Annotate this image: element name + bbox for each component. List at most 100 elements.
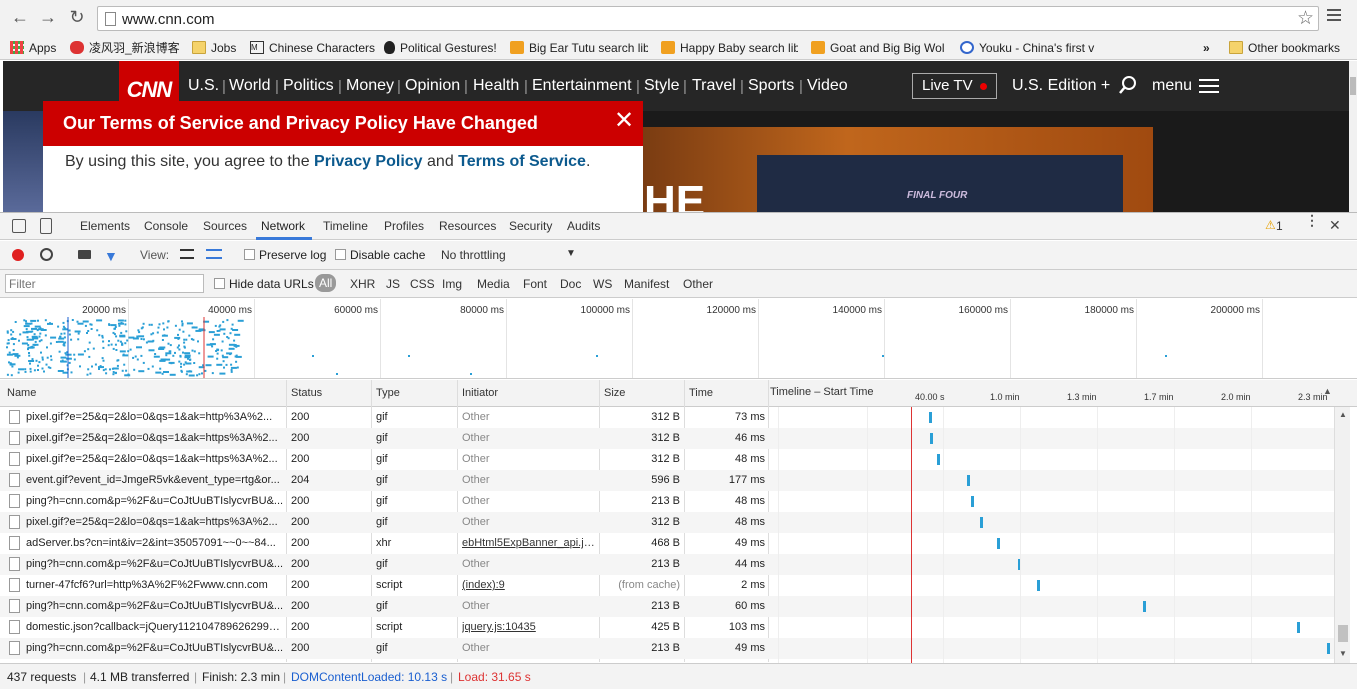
- bookmark-other[interactable]: Other bookmarks: [1229, 39, 1340, 56]
- tab-elements[interactable]: Elements: [80, 219, 130, 233]
- filter-media[interactable]: Media: [477, 277, 510, 291]
- table-row[interactable]: event.gif?event_id=JmgeR5vk&event_type=r…: [0, 470, 1334, 491]
- screenshot-camera-icon[interactable]: [78, 250, 91, 259]
- bookmark-political-gestures[interactable]: Political Gestures!: [384, 39, 497, 56]
- table-row[interactable]: ping?h=cnn.com&p=%2F&u=CoJtUuBTIslycvrBU…: [0, 491, 1334, 512]
- forward-arrow-icon[interactable]: →: [37, 6, 59, 28]
- bookmark-big-ear-tutu[interactable]: Big Ear Tutu search lib: [510, 39, 648, 56]
- filter-font[interactable]: Font: [523, 277, 547, 291]
- privacy-policy-link[interactable]: Privacy Policy: [314, 153, 423, 170]
- table-row[interactable]: turner-47fcf6?url=http%3A%2F%2Fwww.cnn.c…: [0, 575, 1334, 596]
- bookmark-sina[interactable]: 凌风羽_新浪博客: [70, 39, 182, 56]
- nav-sports[interactable]: Sports: [748, 77, 794, 95]
- column-time[interactable]: Time: [689, 387, 713, 399]
- filter-all[interactable]: All: [315, 274, 337, 292]
- more-options-icon[interactable]: ⋮: [1305, 213, 1319, 227]
- back-arrow-icon[interactable]: ←: [9, 6, 31, 28]
- table-row[interactable]: ping?h=cnn.com&p=%2F&u=CoJtUuBTIslycvrBU…: [0, 596, 1334, 617]
- tab-audits[interactable]: Audits: [567, 219, 600, 233]
- column-status[interactable]: Status: [291, 387, 322, 399]
- filter-funnel-icon[interactable]: ▼: [104, 248, 118, 264]
- network-overview[interactable]: 20000 ms 40000 ms 60000 ms 80000 ms 100000 m…: [0, 299, 1357, 379]
- scroll-thumb[interactable]: [1338, 625, 1348, 642]
- record-icon[interactable]: [12, 249, 24, 261]
- clear-icon[interactable]: [40, 248, 53, 261]
- device-mode-icon[interactable]: [40, 218, 52, 234]
- table-row[interactable]: pixel.gif?e=25&q=2&lo=0&qs=1&ak=https%3A…: [0, 449, 1334, 470]
- table-row[interactable]: adServer.bs?cn=int&iv=2&int=35057091~~0~…: [0, 533, 1334, 554]
- filter-other[interactable]: Other: [683, 277, 713, 291]
- list-view-icon[interactable]: [180, 249, 194, 259]
- warning-count[interactable]: 1: [1276, 219, 1283, 233]
- hamburger-icon[interactable]: [1199, 79, 1219, 93]
- bookmark-chinese-characters[interactable]: M Chinese Characters: [250, 39, 375, 56]
- sort-up-icon[interactable]: ▲: [1323, 386, 1332, 396]
- table-row[interactable]: pixel.gif?e=25&q=2&lo=0&qs=1&ak=http%3A%…: [0, 407, 1334, 428]
- disable-cache-checkbox[interactable]: Disable cache: [335, 248, 425, 262]
- nav-world[interactable]: World: [229, 77, 271, 95]
- bookmark-happy-baby[interactable]: Happy Baby search lib: [661, 39, 798, 56]
- scroll-up-icon[interactable]: ▲: [1339, 410, 1347, 419]
- column-size[interactable]: Size: [604, 387, 625, 399]
- menu-label[interactable]: menu: [1152, 77, 1192, 95]
- chevron-down-icon[interactable]: ▼: [566, 248, 576, 259]
- edition-selector[interactable]: U.S. Edition +: [1012, 77, 1110, 95]
- table-scrollbar[interactable]: ▲ ▼: [1334, 407, 1350, 663]
- filter-ws[interactable]: WS: [593, 277, 612, 291]
- throttling-select[interactable]: No throttling: [441, 248, 506, 262]
- column-initiator[interactable]: Initiator: [462, 387, 498, 399]
- tab-console[interactable]: Console: [144, 219, 188, 233]
- request-initiator[interactable]: (index):9: [462, 579, 596, 591]
- terms-of-service-link[interactable]: Terms of Service: [458, 153, 586, 170]
- table-row[interactable]: ping?h=cnn.com&p=%2F&u=CoJtUuBTIslycvrBU…: [0, 638, 1334, 659]
- bookmark-goat-wolf[interactable]: Goat and Big Big Wol: [811, 39, 947, 56]
- filter-manifest[interactable]: Manifest: [624, 277, 669, 291]
- nav-us[interactable]: U.S.: [188, 77, 219, 95]
- address-bar[interactable]: www.cnn.com ☆: [97, 6, 1319, 31]
- inspect-element-icon[interactable]: [12, 219, 26, 233]
- search-icon[interactable]: [1117, 74, 1139, 96]
- tab-timeline[interactable]: Timeline: [323, 219, 368, 233]
- nav-video[interactable]: Video: [807, 77, 848, 95]
- bookmark-star-icon[interactable]: ☆: [1297, 7, 1314, 30]
- table-row[interactable]: pixel.gif?e=25&q=2&lo=0&qs=1&ak=https%3A…: [0, 512, 1334, 533]
- table-row[interactable]: ping?h=cnn.com&p=%2F&u=CoJtUuBTIslycvrBU…: [0, 554, 1334, 575]
- nav-health[interactable]: Health: [473, 77, 519, 95]
- tab-sources[interactable]: Sources: [203, 219, 247, 233]
- tab-resources[interactable]: Resources: [439, 219, 496, 233]
- filter-img[interactable]: Img: [442, 277, 462, 291]
- close-icon[interactable]: ✕: [613, 109, 635, 133]
- filter-input[interactable]: [5, 274, 204, 293]
- close-devtools-icon[interactable]: ✕: [1329, 217, 1341, 234]
- nav-travel[interactable]: Travel: [692, 77, 736, 95]
- column-name[interactable]: Name: [7, 387, 36, 399]
- nav-entertainment[interactable]: Entertainment: [532, 77, 632, 95]
- tab-profiles[interactable]: Profiles: [384, 219, 424, 233]
- filter-css[interactable]: CSS: [410, 277, 435, 291]
- reload-icon[interactable]: ↻: [66, 6, 88, 28]
- scroll-down-icon[interactable]: ▼: [1339, 649, 1347, 658]
- filter-xhr[interactable]: XHR: [350, 277, 375, 291]
- table-row[interactable]: pixel.gif?e=25&q=2&lo=0&qs=1&ak=https%3A…: [0, 428, 1334, 449]
- bookmark-jobs[interactable]: Jobs: [192, 39, 236, 56]
- column-timeline[interactable]: Timeline – Start Time: [770, 386, 874, 398]
- nav-opinion[interactable]: Opinion: [405, 77, 460, 95]
- live-tv-button[interactable]: Live TV: [912, 73, 997, 99]
- page-scrollbar[interactable]: [1349, 61, 1357, 212]
- request-initiator[interactable]: jquery.js:10435: [462, 621, 596, 633]
- column-type[interactable]: Type: [376, 387, 400, 399]
- filter-doc[interactable]: Doc: [560, 277, 581, 291]
- preserve-log-checkbox[interactable]: Preserve log: [244, 248, 326, 262]
- nav-money[interactable]: Money: [346, 77, 394, 95]
- chrome-menu-icon[interactable]: [1327, 9, 1341, 24]
- filter-js[interactable]: JS: [386, 277, 400, 291]
- url-text[interactable]: www.cnn.com: [122, 11, 215, 28]
- bookmarks-overflow[interactable]: »: [1203, 39, 1210, 56]
- bookmark-youku[interactable]: Youku - China's first v: [960, 39, 1098, 56]
- hide-data-urls-checkbox[interactable]: Hide data URLs: [214, 277, 314, 291]
- bookmark-apps[interactable]: Apps: [10, 39, 56, 56]
- warning-icon[interactable]: ⚠: [1265, 218, 1276, 232]
- table-row[interactable]: domestic.json?callback=jQuery11210478962…: [0, 617, 1334, 638]
- tab-network[interactable]: Network: [261, 219, 305, 233]
- request-initiator[interactable]: ebHtml5ExpBanner_api.js:...: [462, 537, 596, 549]
